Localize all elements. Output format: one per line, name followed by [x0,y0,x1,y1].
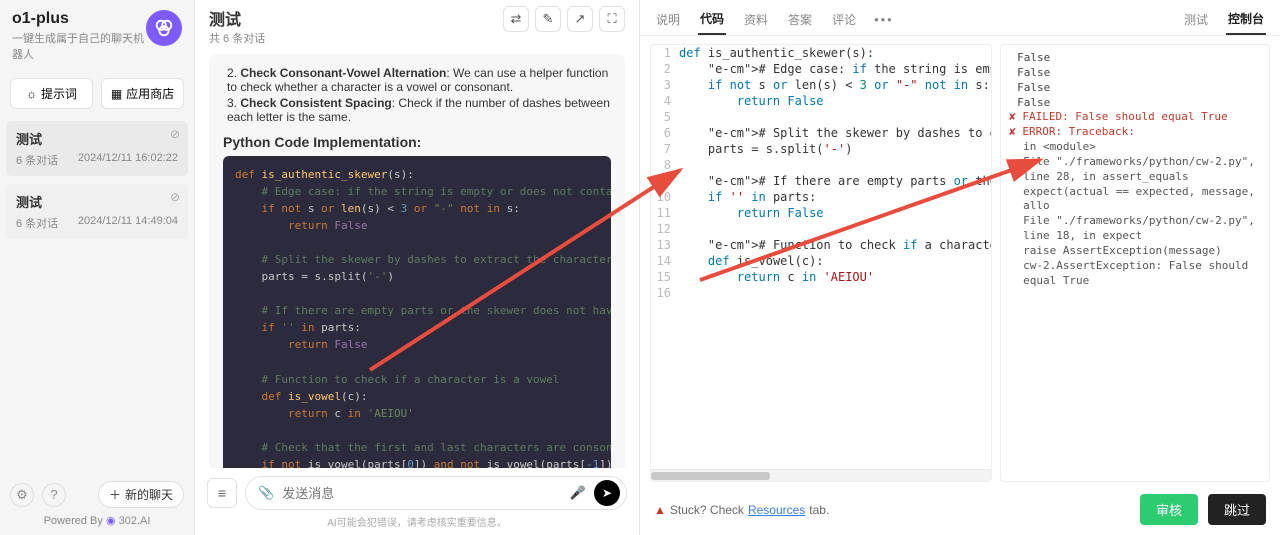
console-line: in <module> [1023,140,1261,155]
chat-input-box[interactable]: 📎 🎤 ➤ [245,476,627,510]
session-item[interactable]: 测试 6 条对话 2024/12/11 14:49:04 ⊘ [6,184,188,239]
editor-line[interactable]: 12 [651,221,991,237]
tab-description[interactable]: 说明 [654,5,682,34]
disclaimer-text: AI可能会犯错误，请考虑核实重要信息。 [207,514,627,529]
console-line: cw-2.AssertException: False should equal… [1023,259,1261,289]
editor-line[interactable]: 4 return False [651,93,991,109]
editor-scrollbar[interactable] [651,469,991,481]
console-line: False [1017,66,1261,81]
section-heading: Python Code Implementation: [223,134,611,150]
tab-code[interactable]: 代码 [698,4,726,35]
code-block[interactable]: def is_authentic_skewer(s): # Edge case:… [223,156,611,468]
review-button[interactable]: 审核 [1140,494,1198,525]
left-sidebar: o1-plus 一键生成属于自己的聊天机器人 ☼ 提示词 ▦ 应用商店 测试 6 条… [0,0,195,535]
session-item[interactable]: 测试 6 条对话 2024/12/11 16:02:22 ⊘ [6,121,188,176]
session-title: 测试 [16,192,178,211]
editor-line[interactable]: 1def is_authentic_skewer(s): [651,45,991,61]
send-button[interactable]: ➤ [594,480,620,506]
close-icon[interactable]: ⊘ [170,190,180,204]
console-line: expect(actual == expected, message, allo [1023,185,1261,215]
editor-line[interactable]: 3 if not s or len(s) < 3 or "-" not in s… [651,77,991,93]
session-title: 测试 [16,129,178,148]
settings-icon[interactable]: ⚙ [10,483,34,507]
attachment-icon[interactable]: 📎 [258,485,274,501]
editor-line[interactable]: 2 "e-cm"># Edge case: if the string is e… [651,61,991,77]
chat-scroll[interactable]: 2. Check Consonant-Vowel Alternation: We… [195,50,639,468]
editor-line[interactable]: 10 if '' in parts: [651,189,991,205]
help-icon[interactable]: ? [42,483,66,507]
editor-line[interactable]: 14 def is_vowel(c): [651,253,991,269]
market-button[interactable]: ▦ 应用商店 [101,78,184,109]
tab-test[interactable]: 测试 [1182,5,1210,34]
fullscreen-icon[interactable]: ⛶ [599,6,625,32]
brand-logo-icon [146,10,182,46]
prompt-button[interactable]: ☼ 提示词 [10,78,93,109]
console-line: False [1017,96,1261,111]
grid-icon: ▦ [111,87,122,101]
chat-input[interactable] [282,486,562,501]
stuck-hint: ▲ Stuck? Check Resources tab. [654,503,829,517]
chat-panel: 测试 共 6 条对话 ⇄ ✎ ↗ ⛶ 2. Check Consonant-Vo… [195,0,640,535]
plus-icon: ＋ [109,486,121,503]
resources-link[interactable]: Resources [748,503,805,517]
console-line: False [1017,81,1261,96]
editor-line[interactable]: 9 "e-cm"># If there are empty parts or t… [651,173,991,189]
brand-header: o1-plus 一键生成属于自己的聊天机器人 [0,0,194,72]
editor-line[interactable]: 11 return False [651,205,991,221]
console-line: ERROR: Traceback: [1009,125,1261,140]
console-line: File "./frameworks/python/cw-2.py", line… [1023,155,1261,185]
mic-icon[interactable]: 🎤 [570,485,586,501]
market-button-label: 应用商店 [126,85,174,102]
session-time: 2024/12/11 16:02:22 [78,152,178,168]
swap-icon[interactable]: ⇄ [503,6,529,32]
editor-line[interactable]: 8 [651,157,991,173]
attach-menu-icon[interactable]: ≡ [207,478,237,508]
console-line: False [1017,51,1261,66]
editor-line[interactable]: 6 "e-cm"># Split the skewer by dashes to… [651,125,991,141]
editor-line[interactable]: 5 [651,109,991,125]
tab-console[interactable]: 控制台 [1226,4,1266,35]
tab-answers[interactable]: 答案 [786,5,814,34]
skip-button[interactable]: 跳过 [1208,494,1266,525]
edit-icon[interactable]: ✎ [535,6,561,32]
session-time: 2024/12/11 14:49:04 [78,215,178,231]
brand-title: o1-plus [12,10,146,28]
powered-by: Powered By ◉ 302.AI [10,514,184,527]
console-line: FAILED: False should equal True [1009,110,1261,125]
session-count: 6 条对话 [16,152,58,168]
new-chat-label: 新的聊天 [125,486,173,503]
brand-subtitle: 一键生成属于自己的聊天机器人 [12,30,146,62]
prompt-button-label: 提示词 [41,85,77,102]
tab-resources[interactable]: 资料 [742,5,770,34]
lightbulb-icon: ☼ [26,87,37,101]
chat-subtitle: 共 6 条对话 [209,30,265,46]
warning-icon: ▲ [654,503,666,517]
console-line: raise AssertException(message) [1023,244,1261,259]
code-editor[interactable]: 1def is_authentic_skewer(s):2 "e-cm"># E… [650,44,992,482]
editor-line[interactable]: 13 "e-cm"># Function to check if a chara… [651,237,991,253]
more-icon[interactable]: ••• [874,12,894,27]
session-list: 测试 6 条对话 2024/12/11 16:02:22 ⊘ 测试 6 条对话 20… [0,115,194,253]
new-chat-button[interactable]: ＋新的聊天 [98,481,184,508]
close-icon[interactable]: ⊘ [170,127,180,141]
editor-line[interactable]: 7 parts = s.split('-') [651,141,991,157]
assistant-message: 2. Check Consonant-Vowel Alternation: We… [209,54,625,468]
console-output[interactable]: FalseFalseFalseFalseFAILED: False should… [1000,44,1270,482]
session-count: 6 条对话 [16,215,58,231]
editor-line[interactable]: 15 return c in 'AEIOU' [651,269,991,285]
tab-comments[interactable]: 评论 [830,5,858,34]
share-icon[interactable]: ↗ [567,6,593,32]
chat-title: 测试 [209,6,265,30]
editor-line[interactable]: 16 [651,285,991,301]
console-line: File "./frameworks/python/cw-2.py", line… [1023,214,1261,244]
right-panel: 说明 代码 资料 答案 评论 ••• 测试 控制台 1def is_authen… [640,0,1280,535]
